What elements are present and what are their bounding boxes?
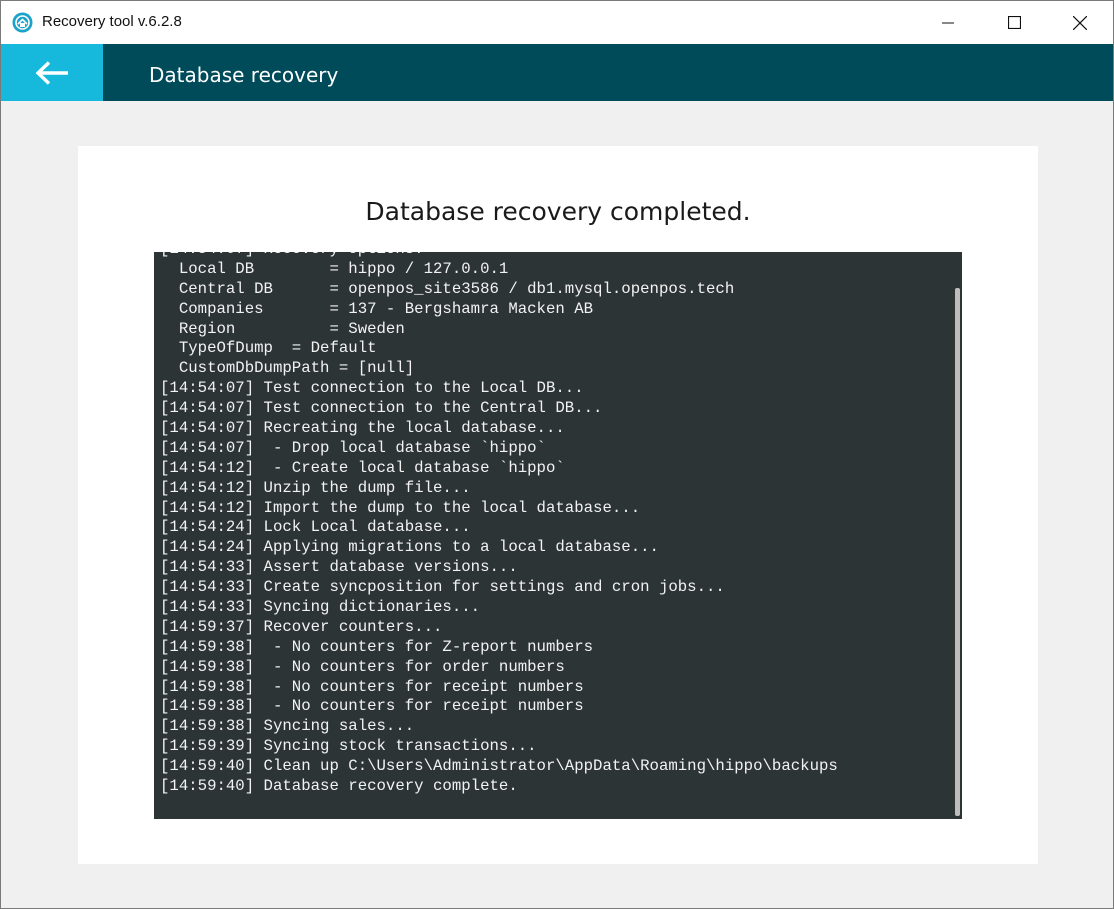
title-bar[interactable]: Recovery tool v.6.2.8 — [1, 1, 1113, 44]
log-line: [14:59:38] - No counters for order numbe… — [160, 657, 565, 676]
log-line: Companies = 137 - Bergshamra Macken AB — [160, 299, 594, 318]
log-line: [14:59:40] Clean up C:\Users\Administrat… — [160, 757, 838, 776]
log-line: [14:54:07] - Drop local database `hippo` — [160, 438, 546, 457]
log-line: [14:54:12] Unzip the dump file... — [160, 478, 471, 497]
scrollbar-thumb[interactable] — [955, 288, 960, 816]
log-line: Local DB = hippo / 127.0.0.1 — [160, 259, 509, 278]
log-console[interactable]: [14:54:07] Recovery options: Local DB = … — [154, 252, 962, 819]
minimize-icon — [942, 22, 954, 23]
log-line: [14:59:40] Database recovery complete. — [160, 777, 518, 796]
log-line: [14:54:07] Test connection to the Local … — [160, 379, 584, 398]
log-line: [14:54:24] Applying migrations to a loca… — [160, 538, 659, 557]
maximize-button[interactable] — [981, 1, 1047, 44]
log-line: [14:59:38] Syncing sales... — [160, 717, 415, 736]
log-line: [14:59:37] Recover counters... — [160, 617, 443, 636]
close-icon — [1073, 15, 1087, 30]
log-line: [14:59:38] - No counters for receipt num… — [160, 697, 584, 716]
log-line: [14:54:07] Test connection to the Centra… — [160, 399, 603, 418]
recovery-result-card: Database recovery completed. [14:54:07] … — [78, 146, 1038, 864]
page-title: Database recovery — [149, 63, 339, 87]
log-line: [14:59:39] Syncing stock transactions... — [160, 737, 537, 756]
log-line: CustomDbDumpPath = [null] — [160, 359, 415, 378]
log-line: [14:54:33] Create syncposition for setti… — [160, 578, 725, 597]
log-line: [14:54:24] Lock Local database... — [160, 518, 471, 537]
app-window: Recovery tool v.6.2.8 Database recovery … — [0, 0, 1114, 909]
maximize-icon — [1007, 16, 1021, 29]
log-line: [14:54:07] Recovery options: — [154, 252, 952, 260]
log-line: [14:54:33] Syncing dictionaries... — [160, 598, 481, 617]
header-bar: Database recovery — [1, 44, 1113, 101]
log-line: [14:54:12] Import the dump to the local … — [160, 498, 641, 517]
log-scrollbar[interactable] — [952, 252, 962, 819]
log-line: [14:59:38] - No counters for receipt num… — [160, 677, 584, 696]
window-title: Recovery tool v.6.2.8 — [42, 13, 182, 30]
log-line: [14:54:07] Recreating the local database… — [160, 419, 565, 438]
arrow-left-icon — [35, 60, 68, 85]
back-button[interactable] — [1, 44, 103, 101]
minimize-button[interactable] — [915, 1, 981, 44]
log-line: [14:59:38] - No counters for Z-report nu… — [160, 637, 594, 656]
log-line: Central DB = openpos_site3586 / db1.mysq… — [160, 279, 735, 298]
log-line: Region = Sweden — [160, 319, 405, 338]
app-logo-icon — [12, 12, 33, 33]
log-line: TypeOfDump = Default — [160, 339, 377, 358]
log-line: [14:54:12] - Create local database `hipp… — [160, 458, 565, 477]
log-list: [14:54:07] Recovery options: Local DB = … — [154, 252, 952, 819]
result-heading: Database recovery completed. — [365, 197, 751, 226]
close-button[interactable] — [1047, 1, 1113, 44]
log-line: [14:54:33] Assert database versions... — [160, 558, 518, 577]
